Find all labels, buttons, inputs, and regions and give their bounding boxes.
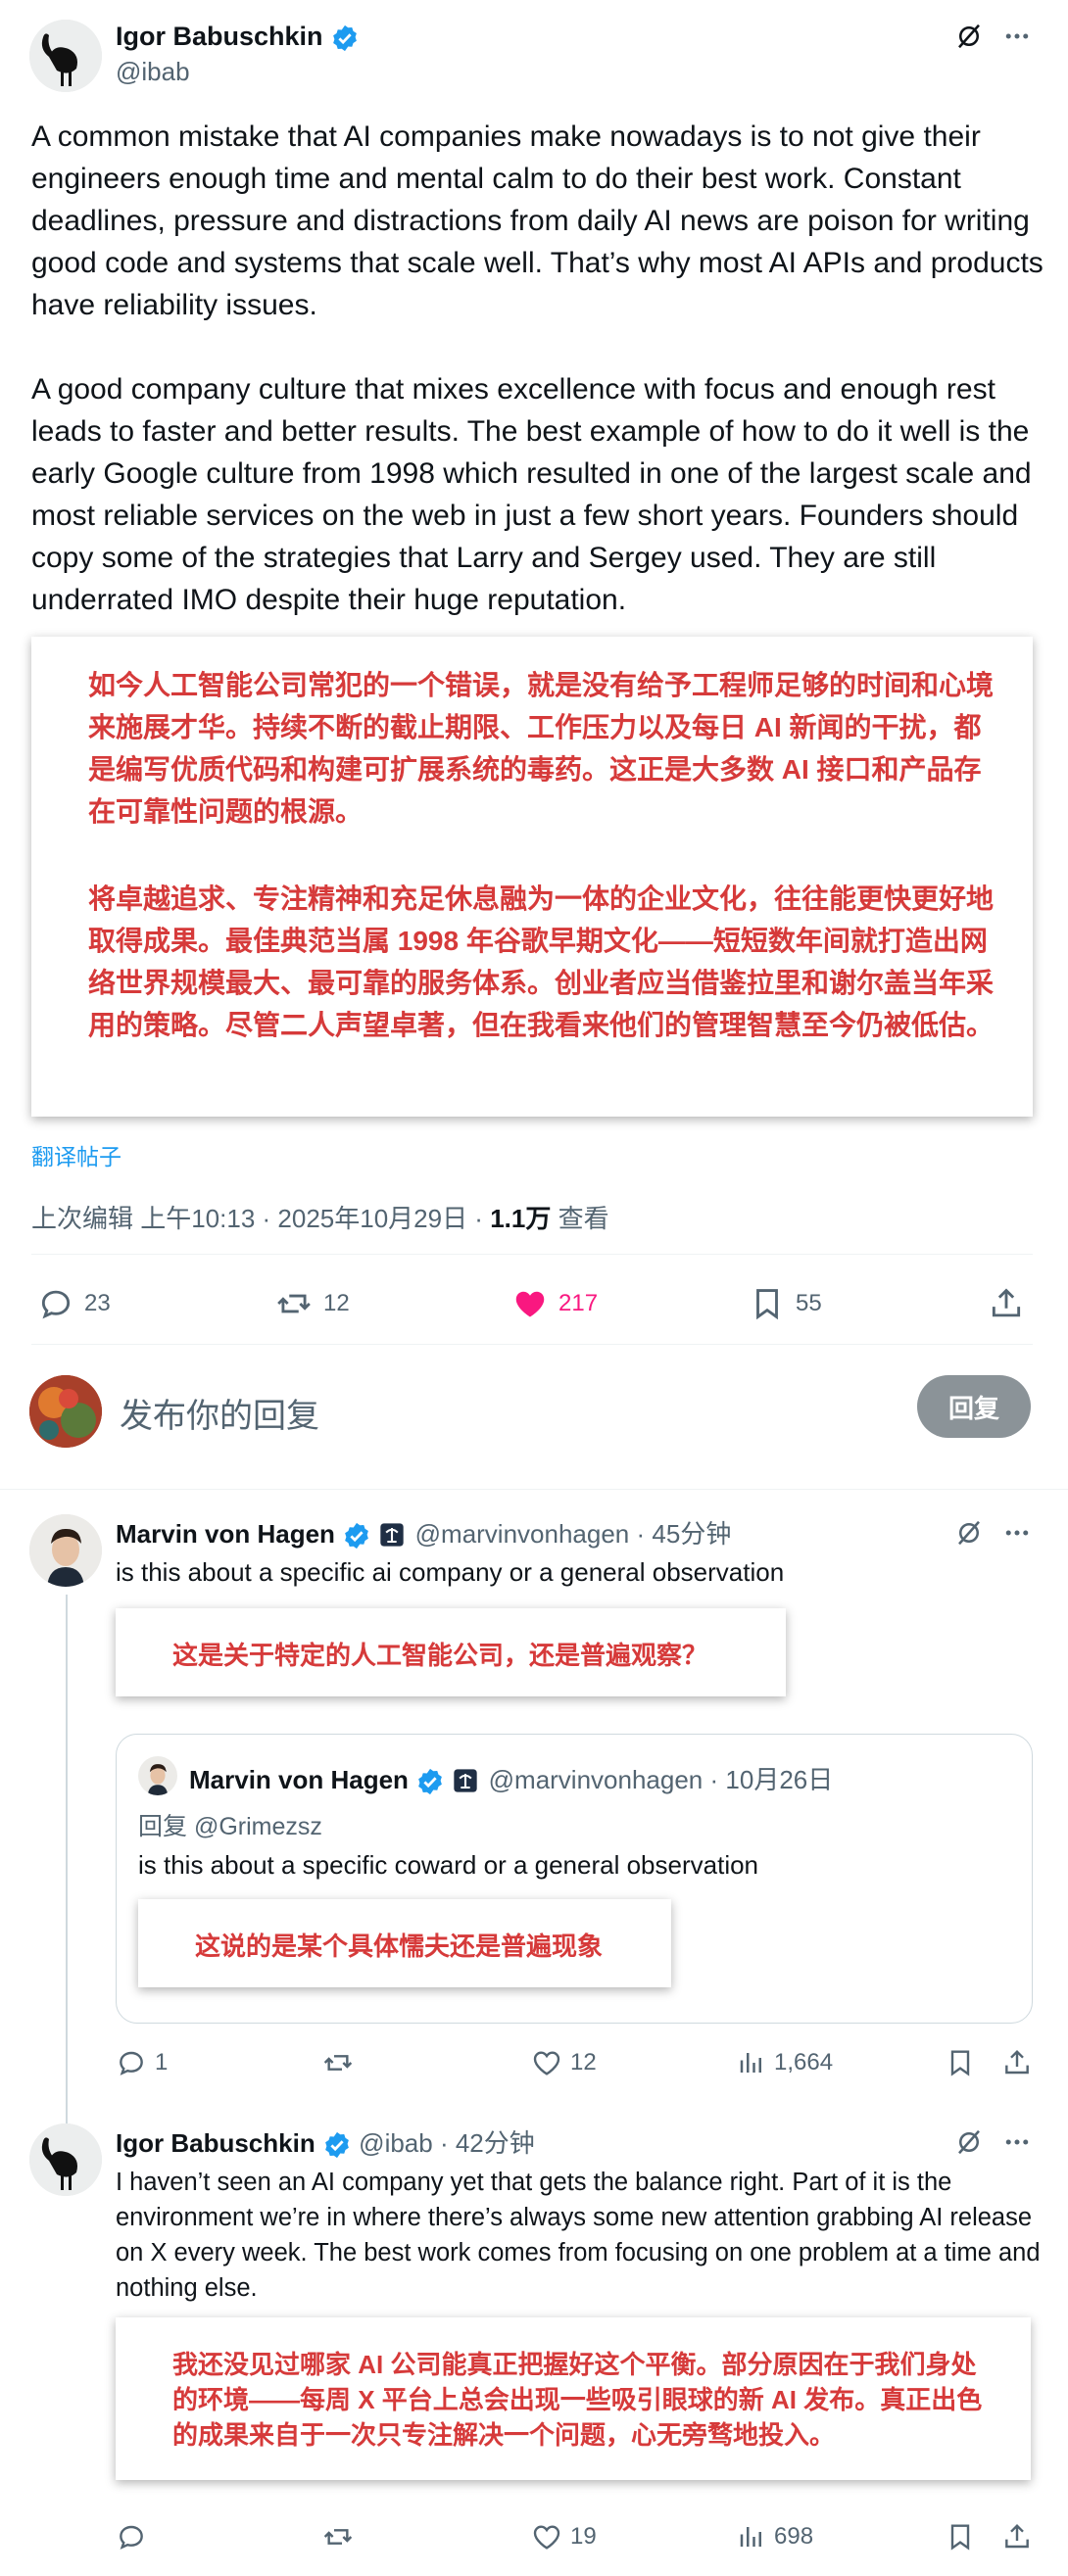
more-icon[interactable] xyxy=(1001,2127,1033,2157)
reply1-reply-action[interactable]: 1 xyxy=(116,2047,168,2078)
reply1-translation: 这是关于特定的人工智能公司，还是普遍观察？ xyxy=(172,1641,708,1670)
reply-icon xyxy=(116,2521,147,2552)
translation-box: 如今人工智能公司常犯的一个错误，就是没有给予工程师足够的时间和心境来施展才华。持… xyxy=(31,637,1033,1117)
reply2-views-action[interactable]: 698 xyxy=(737,2521,813,2552)
quote-text: is this about a specific coward or a gen… xyxy=(138,1850,759,1880)
reply1-views-count: 1,664 xyxy=(774,2049,834,2075)
share-icon[interactable] xyxy=(1001,2521,1033,2552)
reply2-like-action[interactable]: 19 xyxy=(531,2521,597,2552)
reply-button-label: 回复 xyxy=(947,1393,999,1423)
views-label: 查看 xyxy=(558,1204,609,1233)
views-icon xyxy=(737,2047,766,2078)
reply1-handle[interactable]: @marvinvonhagen xyxy=(415,1519,630,1549)
quote-translation: 这说的是某个具体懦夫还是普遍现象 xyxy=(195,1932,604,1961)
reply2-author-name[interactable]: Igor Babuschkin xyxy=(116,2128,316,2158)
my-avatar[interactable] xyxy=(29,1375,102,1448)
views-count: 1.1万 xyxy=(490,1204,552,1233)
reply2-header: Igor Babuschkin @ibab · 42分钟 xyxy=(116,2123,535,2160)
thread-line xyxy=(66,1595,68,2125)
reply2-translation: 我还没见过哪家 AI 公司能真正把握好这个平衡。部分原因在于我们身处的环境——每… xyxy=(172,2350,983,2450)
reply1-translation-box: 这是关于特定的人工智能公司，还是普遍观察？ xyxy=(116,1608,786,1696)
verified-icon xyxy=(322,2130,352,2160)
reply1-header: Marvin von Hagen @marvinvonhagen · 45分钟 xyxy=(116,1514,731,1550)
quote-avatar xyxy=(138,1756,177,1795)
author-name[interactable]: Igor Babuschkin xyxy=(116,22,323,51)
bookmark-icon[interactable] xyxy=(945,2521,976,2552)
reply-icon xyxy=(116,2047,147,2078)
like-action[interactable]: 217 xyxy=(511,1285,598,1322)
bookmark-icon xyxy=(749,1285,786,1322)
like-icon xyxy=(531,2047,562,2078)
reply-action[interactable]: 23 xyxy=(37,1285,111,1322)
reply2-reply-action[interactable] xyxy=(116,2521,155,2552)
tweet-thread-page: Igor Babuschkin @ibab A common mistake t… xyxy=(0,0,1068,2576)
more-icon[interactable] xyxy=(1001,22,1033,51)
bookmark-action[interactable]: 55 xyxy=(749,1285,822,1322)
share-icon[interactable] xyxy=(988,1285,1025,1322)
quoted-post-card[interactable]: Marvin von Hagen @marvinvonhagen · 10月26… xyxy=(116,1734,1033,2024)
reply2-like-count: 19 xyxy=(570,2523,597,2550)
repost-count: 12 xyxy=(323,1290,350,1316)
translation-paragraph-1: 如今人工智能公司常犯的一个错误，就是没有给予工程师足够的时间和心境来施展才华。持… xyxy=(88,670,995,827)
quote-translation-box: 这说的是某个具体懦夫还是普遍现象 xyxy=(138,1899,671,1987)
grok-icon[interactable] xyxy=(954,2127,984,2157)
share-icon[interactable] xyxy=(1001,2047,1033,2078)
post-paragraph-1: A common mistake that AI companies make … xyxy=(31,120,1044,321)
quote-reply-to: 回复 @Grimezsz xyxy=(138,1813,322,1840)
reply1-time[interactable]: · 45分钟 xyxy=(637,1519,732,1549)
reply1-like-action[interactable]: 12 xyxy=(531,2047,597,2078)
quote-author-name: Marvin von Hagen xyxy=(189,1765,409,1794)
reply1-author-name[interactable]: Marvin von Hagen xyxy=(116,1519,335,1549)
reply2-translation-box: 我还没见过哪家 AI 公司能真正把握好这个平衡。部分原因在于我们身处的环境——每… xyxy=(116,2317,1031,2480)
reply1-reply-count: 1 xyxy=(155,2049,169,2075)
reply1-like-count: 12 xyxy=(570,2049,597,2075)
author-handle[interactable]: @ibab xyxy=(116,57,190,87)
post-meta-timestamp[interactable]: 上次编辑 上午10:13 · 2025年10月29日 · xyxy=(31,1204,490,1233)
affiliate-badge-icon xyxy=(452,1767,481,1796)
reply2-views-count: 698 xyxy=(774,2523,814,2550)
bookmark-icon[interactable] xyxy=(945,2047,976,2078)
quote-handle: @marvinvonhagen xyxy=(488,1765,704,1794)
reply2-text: I haven’t seen an AI company yet that ge… xyxy=(116,2169,1041,2302)
reply1-repost-action[interactable] xyxy=(321,2047,363,2078)
repost-action[interactable]: 12 xyxy=(274,1285,350,1322)
like-icon xyxy=(531,2521,562,2552)
post-meta: 上次编辑 上午10:13 · 2025年10月29日 · 1.1万 查看 xyxy=(31,1199,609,1235)
translation-paragraph-2: 将卓越追求、专注精神和充足休息融为一体的企业文化，往往能更快更好地取得成果。最佳… xyxy=(88,883,995,1040)
reply-button[interactable]: 回复 xyxy=(917,1375,1031,1438)
repost-icon xyxy=(321,2047,355,2078)
verified-icon xyxy=(330,24,360,53)
verified-icon xyxy=(415,1767,445,1796)
translate-post-link[interactable]: 翻译帖子 xyxy=(31,1138,121,1171)
like-count: 217 xyxy=(558,1290,599,1316)
affiliate-badge-icon[interactable] xyxy=(378,1521,408,1550)
grok-icon[interactable] xyxy=(954,1518,984,1548)
repost-icon xyxy=(274,1285,314,1322)
reply2-time[interactable]: · 42分钟 xyxy=(440,2128,535,2158)
reply2-handle[interactable]: @ibab xyxy=(359,2128,433,2158)
reply2-repost-action[interactable] xyxy=(321,2521,363,2552)
views-icon xyxy=(737,2521,766,2552)
reply1-views-action[interactable]: 1,664 xyxy=(737,2047,833,2078)
reply2-avatar[interactable] xyxy=(29,2123,102,2196)
verified-icon xyxy=(342,1521,371,1550)
grok-icon[interactable] xyxy=(954,22,984,51)
reply-icon xyxy=(37,1285,74,1322)
reply-input[interactable]: 发布你的回复 xyxy=(120,1389,319,1437)
like-icon xyxy=(511,1285,549,1322)
quote-time: · 10月26日 xyxy=(709,1765,834,1794)
avatar[interactable] xyxy=(29,20,102,92)
more-icon[interactable] xyxy=(1001,1518,1033,1548)
post-paragraph-2: A good company culture that mixes excell… xyxy=(31,373,1032,616)
bookmark-count: 55 xyxy=(796,1290,822,1316)
reply1-text: is this about a specific ai company or a… xyxy=(116,1557,785,1587)
reply1-avatar[interactable] xyxy=(29,1514,102,1587)
quote-header: Marvin von Hagen @marvinvonhagen · 10月26… xyxy=(189,1760,833,1796)
repost-icon xyxy=(321,2521,355,2552)
author-row: Igor Babuschkin xyxy=(116,22,360,53)
reply-count: 23 xyxy=(84,1290,111,1316)
